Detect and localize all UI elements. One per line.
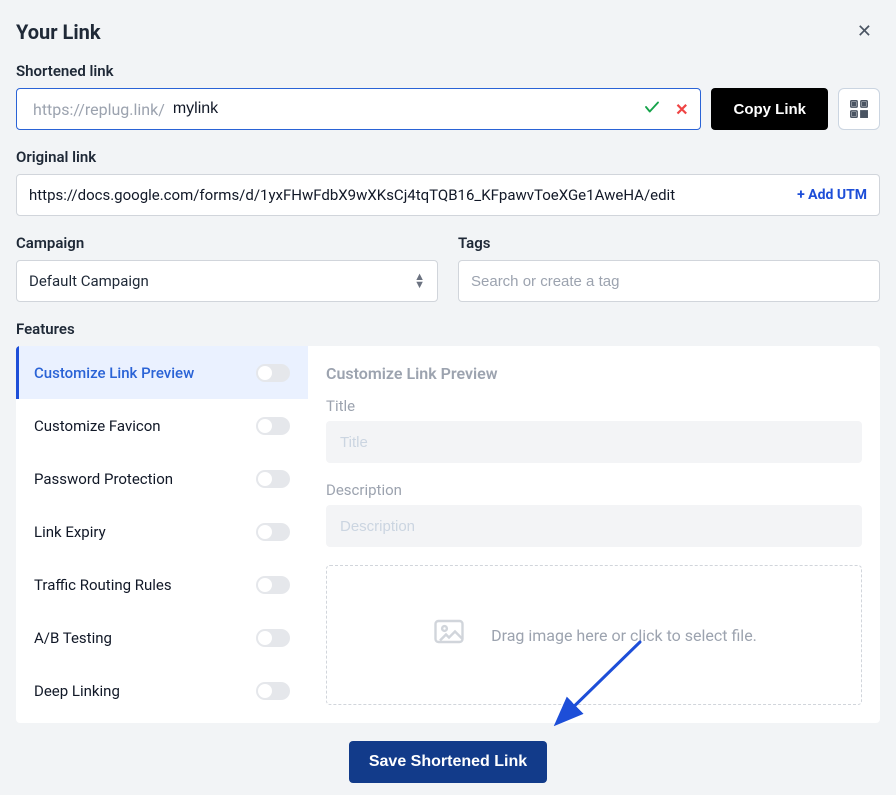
feature-toggle[interactable] — [256, 576, 290, 594]
dropzone-text: Drag image here or click to select file. — [491, 626, 757, 645]
preview-title-input — [326, 421, 862, 463]
feature-item-label: Customize Link Preview — [34, 364, 194, 382]
qr-code-button[interactable] — [838, 88, 880, 130]
shortlink-prefix: https://replug.link/ — [29, 100, 169, 119]
feature-toggle[interactable] — [256, 523, 290, 541]
feature-item-customize-favicon[interactable]: Customize Favicon — [16, 399, 308, 452]
campaign-select[interactable]: Default Campaign ▲▼ — [16, 260, 438, 302]
preview-description-input — [326, 505, 862, 547]
feature-item-label: Customize Favicon — [34, 417, 161, 435]
image-icon — [431, 615, 467, 655]
feature-item-label: Link Expiry — [34, 523, 106, 541]
campaign-label: Campaign — [16, 234, 438, 252]
shortened-link-label: Shortened link — [16, 62, 880, 80]
feature-item-label: A/B Testing — [34, 629, 112, 647]
feature-toggle[interactable] — [256, 364, 290, 382]
tags-input[interactable] — [471, 273, 867, 290]
feature-toggle[interactable] — [256, 470, 290, 488]
close-icon[interactable]: ✕ — [857, 23, 872, 41]
preview-panel-title: Customize Link Preview — [326, 364, 862, 383]
feature-item-link-expiry[interactable]: Link Expiry — [16, 505, 308, 558]
check-icon — [643, 98, 661, 121]
shortlink-slug-input[interactable] — [169, 100, 643, 118]
save-shortened-link-button[interactable]: Save Shortened Link — [349, 741, 547, 783]
image-dropzone[interactable]: Drag image here or click to select file. — [326, 565, 862, 705]
title-field-label: Title — [326, 397, 862, 415]
description-field-label: Description — [326, 481, 862, 499]
feature-item-label: Deep Linking — [34, 682, 120, 700]
feature-item-ab-testing[interactable]: A/B Testing — [16, 611, 308, 664]
features-list: Customize Link Preview Customize Favicon… — [16, 346, 308, 723]
feature-item-traffic-routing[interactable]: Traffic Routing Rules — [16, 558, 308, 611]
add-utm-link[interactable]: + Add UTM — [789, 187, 867, 203]
clear-slug-icon[interactable]: ✕ — [675, 100, 688, 119]
tags-label: Tags — [458, 234, 880, 252]
original-link-url: https://docs.google.com/forms/d/1yxFHwFd… — [29, 186, 789, 204]
shortened-link-box[interactable]: https://replug.link/ ✕ — [16, 88, 701, 130]
modal-title: Your Link — [16, 20, 101, 44]
copy-link-button[interactable]: Copy Link — [711, 88, 828, 130]
features-label: Features — [16, 320, 880, 338]
chevron-updown-icon: ▲▼ — [414, 273, 425, 288]
feature-content-panel: Customize Link Preview Title Description — [308, 346, 880, 723]
feature-item-label: Password Protection — [34, 470, 173, 488]
feature-item-password-protection[interactable]: Password Protection — [16, 452, 308, 505]
original-link-label: Original link — [16, 148, 880, 166]
feature-toggle[interactable] — [256, 682, 290, 700]
original-link-box: https://docs.google.com/forms/d/1yxFHwFd… — [16, 174, 880, 216]
campaign-selected: Default Campaign — [29, 272, 149, 290]
feature-toggle[interactable] — [256, 629, 290, 647]
feature-item-customize-link-preview[interactable]: Customize Link Preview — [16, 346, 308, 399]
tags-field[interactable] — [458, 260, 880, 302]
feature-item-deep-linking[interactable]: Deep Linking — [16, 664, 308, 717]
feature-toggle[interactable] — [256, 417, 290, 435]
feature-item-label: Traffic Routing Rules — [34, 576, 172, 594]
